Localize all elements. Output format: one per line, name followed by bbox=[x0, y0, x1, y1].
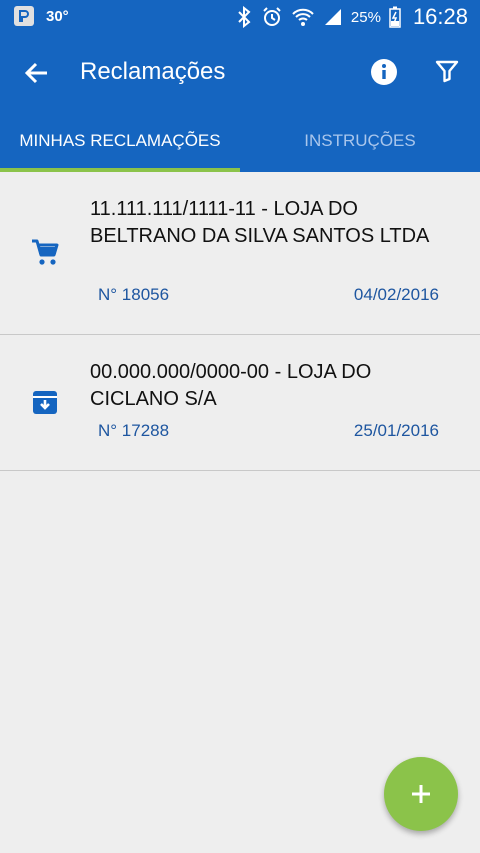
shopping-cart-icon bbox=[32, 239, 59, 265]
add-complaint-button[interactable] bbox=[384, 757, 458, 831]
tab-label: INSTRUÇÕES bbox=[304, 131, 416, 150]
complaint-date: 04/02/2016 bbox=[353, 285, 439, 304]
alarm-icon bbox=[263, 7, 281, 26]
complaint-list-item[interactable]: 11.111.111/1111-11 - LOJA DO BELTRANO DA… bbox=[0, 172, 480, 335]
info-button[interactable] bbox=[370, 58, 398, 86]
signal-icon bbox=[324, 9, 341, 25]
tab-label: MINHAS RECLAMAÇÕES bbox=[19, 131, 221, 150]
company-name: 00.000.000/0000-00 - LOJA DO CICLANO S/A bbox=[90, 361, 372, 410]
archive-box-icon bbox=[33, 391, 57, 414]
complaint-list: 11.111.111/1111-11 - LOJA DO BELTRANO DA… bbox=[0, 172, 480, 471]
tab-minhas-reclamacoes[interactable]: MINHAS RECLAMAÇÕES bbox=[0, 124, 240, 172]
arrow-back-icon bbox=[24, 62, 47, 84]
complaint-list-item[interactable]: 00.000.000/0000-00 - LOJA DO CICLANO S/A… bbox=[0, 335, 480, 471]
bluetooth-icon bbox=[238, 6, 251, 28]
tab-instrucoes[interactable]: INSTRUÇÕES bbox=[240, 124, 480, 172]
clock: 16:28 bbox=[412, 4, 468, 29]
status-bar: 30° 25% 16:28 bbox=[0, 0, 480, 34]
complaint-date: 25/01/2016 bbox=[353, 421, 439, 440]
wifi-icon bbox=[292, 8, 314, 26]
tab-bar: MINHAS RECLAMAÇÕES INSTRUÇÕES bbox=[0, 124, 480, 172]
page-title: Reclamações bbox=[80, 58, 226, 85]
notification-app-icon bbox=[14, 6, 34, 26]
complaint-number: N° 18056 bbox=[98, 285, 170, 304]
battery-percent: 25% bbox=[350, 8, 381, 26]
back-button[interactable] bbox=[22, 58, 52, 88]
battery-charging-icon bbox=[389, 6, 401, 28]
info-icon bbox=[371, 59, 397, 85]
app-bar: Reclamações MINHAS RECLAMAÇÕES INSTRUÇÕE… bbox=[0, 34, 480, 172]
company-name: 11.111.111/1111-11 - LOJA DO BELTRANO DA… bbox=[90, 198, 430, 247]
temperature-text: 30° bbox=[46, 7, 69, 25]
complaint-number: N° 17288 bbox=[98, 421, 170, 440]
plus-icon bbox=[412, 785, 430, 803]
filter-icon bbox=[435, 60, 459, 83]
filter-button[interactable] bbox=[434, 58, 460, 84]
